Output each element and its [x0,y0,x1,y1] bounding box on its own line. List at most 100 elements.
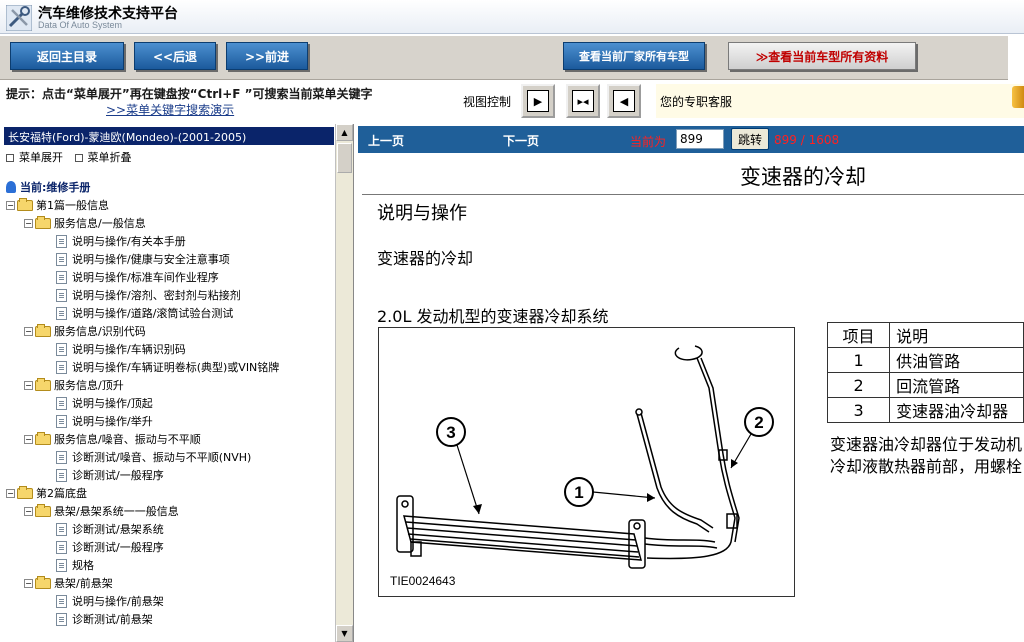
tree-folder-node[interactable]: − 悬架/前悬架 [24,574,113,592]
tree-doc-node[interactable]: 说明与操作/车辆证明卷标(典型)或VIN铭牌 [42,358,279,376]
document-icon [56,594,67,608]
tree-doc-node[interactable]: 诊断测试/前悬架 [42,610,153,628]
document-icon [56,342,67,356]
current-model-bar[interactable]: 长安福特(Ford)-蒙迪欧(Mondeo)-(2001-2005) [4,127,334,145]
scroll-down-icon[interactable]: ▼ [336,625,353,642]
menu-tree: 当前:维修手册 − 第1篇一般信息 − 服务信息/一般信息 说明与操作/有关本手册 说明与… [0,178,334,642]
collapse-menu-button[interactable]: 菜单折叠 [74,151,132,164]
tree-folder-node[interactable]: − 服务信息/识别代码 [24,322,146,340]
support-text: 您的专职客服 [660,95,733,109]
collapse-toggle-icon[interactable]: − [24,218,33,228]
tree-doc-node[interactable]: 说明与操作/标准车间作业程序 [42,268,219,286]
jump-button[interactable]: 跳转 [731,128,769,150]
folder-open-icon [17,485,33,499]
tree-folder-node[interactable]: − 服务信息/顶升 [24,376,124,394]
tree-root[interactable]: 当前:维修手册 [6,178,90,196]
tree-doc-node[interactable]: 诊断测试/一般程序 [42,538,164,556]
tree-doc-node[interactable]: 诊断测试/悬架系统 [42,520,164,538]
table-row: 1 供油管路 [826,347,1024,373]
tree-doc-node[interactable]: 说明与操作/健康与安全注意事项 [42,250,230,268]
document-title: 变速器的冷却 [740,165,866,189]
page-number-input[interactable] [676,129,724,149]
home-button[interactable]: 返回主目录 [10,42,124,70]
tree-node-label: 服务信息/顶升 [54,379,124,392]
back-button[interactable]: <<后退 [134,42,216,70]
legend-item: 2 [826,372,891,398]
all-model-docs-button[interactable]: ≫查看当前车型所有资料 [728,42,916,70]
tree-node-label: 诊断测试/一般程序 [72,541,164,554]
callout-3: 3 [436,417,482,515]
collapse-toggle-icon[interactable]: − [24,380,33,390]
scroll-thumb[interactable] [337,143,352,173]
legend-desc: 回流管路 [889,372,1024,398]
tree-folder-node[interactable]: − 服务信息/一般信息 [24,214,146,232]
collapse-square-icon [74,154,83,162]
tree-doc-node[interactable]: 说明与操作/举升 [42,412,153,430]
tree-doc-node[interactable]: 规格 [42,556,94,574]
collapse-toggle-icon[interactable]: − [6,200,15,210]
forward-button[interactable]: >>前进 [226,42,308,70]
tree-doc-node[interactable]: 诊断测试/噪音、振动与不平顺(NVH) [42,448,251,466]
prev-page-link[interactable]: 上一页 [368,132,404,149]
section-heading: 说明与操作 [377,203,467,224]
legend-header-row: 项目 说明 [826,322,1024,348]
supply-line-drawing [635,408,718,549]
tree-node-label: 说明与操作/顶起 [72,397,153,410]
tree-node-label: 服务信息/识别代码 [54,325,146,338]
tree-doc-node[interactable]: 说明与操作/有关本手册 [42,232,186,250]
collapse-toggle-icon[interactable]: − [24,506,33,516]
document-icon [56,360,67,374]
folder-open-icon [35,575,51,589]
search-demo-link[interactable]: >>菜单关键字搜索演示 [106,101,234,118]
tree-doc-node[interactable]: 说明与操作/道路/滚筒试验台测试 [42,304,233,322]
support-panel: 您的专职客服 [656,84,1024,118]
document-panel: 上一页 下一页 当前为 跳转 899 / 1608 变速器的冷却 说明与操作 变… [358,124,1024,642]
callout-1: 1 [564,477,656,507]
tree-node-label: 服务信息/一般信息 [54,217,146,230]
view-expand-right-button[interactable]: ▶ [521,84,555,118]
document-icon [56,468,67,482]
legend-header-desc: 说明 [889,322,1024,348]
tree-folder-node[interactable]: − 第2篇底盘 [6,484,87,502]
tree-node-label: 第2篇底盘 [36,487,87,500]
scroll-up-icon[interactable]: ▲ [336,124,353,141]
tree-folder-node[interactable]: − 第1篇一般信息 [6,196,109,214]
collapse-toggle-icon[interactable]: − [24,326,33,336]
tree-scrollbar[interactable]: ▲ ▼ [335,124,353,642]
collapse-toggle-icon[interactable]: − [24,578,33,588]
tree-doc-node[interactable]: 诊断测试/一般程序 [42,466,164,484]
view-expand-left-button[interactable]: ◀ [607,84,641,118]
cooling-system-figure: 1 2 3 TIE0024643 [378,327,795,597]
folder-open-icon [35,323,51,337]
document-icon [56,540,67,554]
collapse-toggle-icon[interactable]: − [6,488,15,498]
tools-logo-icon [6,5,32,31]
collapse-toggle-icon[interactable]: − [24,434,33,444]
support-icon[interactable] [1012,86,1024,108]
arrow-right-icon: ▶ [527,90,549,112]
tree-doc-node[interactable]: 说明与操作/顶起 [42,394,153,412]
expand-square-icon [6,154,14,162]
cooler-diagram: 1 2 3 [396,345,774,569]
maker-models-button[interactable]: 查看当前厂家所有车型 [563,42,705,70]
tree-folder-node[interactable]: − 服务信息/噪音、振动与不平顺 [24,430,201,448]
view-split-button[interactable]: ▸◂ [566,84,600,118]
tree-doc-node[interactable]: 说明与操作/车辆识别码 [42,340,186,358]
tree-doc-node[interactable]: 说明与操作/前悬架 [42,592,164,610]
document-icon [56,450,67,464]
expand-menu-button[interactable]: 菜单展开 [6,151,63,164]
svg-text:3: 3 [446,423,455,442]
tree-node-label: 说明与操作/车辆证明卷标(典型)或VIN铭牌 [72,361,280,374]
tree-node-label: 服务信息/噪音、振动与不平顺 [54,433,201,446]
document-icon [56,288,67,302]
tree-doc-node[interactable]: 说明与操作/溶剂、密封剂与粘接剂 [42,286,241,304]
current-page-label: 当前为 [630,135,667,149]
next-page-link[interactable]: 下一页 [503,132,539,149]
tree-node-label: 说明与操作/道路/滚筒试验台测试 [72,307,234,320]
menu-tree-panel: 长安福特(Ford)-蒙迪欧(Mondeo)-(2001-2005) 菜单展开 … [0,124,354,642]
tree-folder-node[interactable]: − 悬架/悬架系统一一般信息 [24,502,179,520]
tree-node-label: 说明与操作/健康与安全注意事项 [72,253,230,266]
svg-text:2: 2 [754,413,763,432]
hint-bar: 提示：点击“菜单展开”再在键盘按“Ctrl+F ”可搜索当前菜单关键字 >>菜单… [0,81,1024,123]
tree-node-label: 说明与操作/标准车间作业程序 [72,271,219,284]
